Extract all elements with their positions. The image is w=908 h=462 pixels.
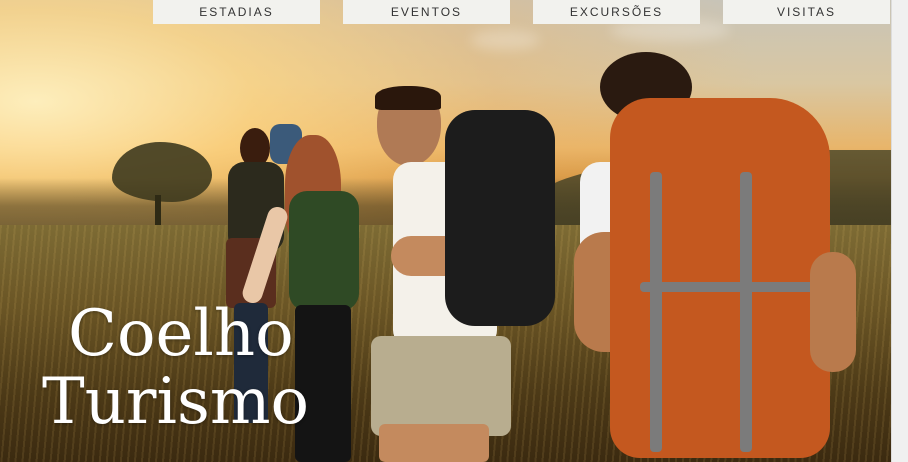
top-nav: ESTADIAS EVENTOS EXCURSÕES VISITAS xyxy=(153,0,893,24)
nav-item-label: VISITAS xyxy=(776,5,837,19)
nav-item-excursoes[interactable]: EXCURSÕES xyxy=(533,0,700,24)
brand-line-2: Turismo xyxy=(42,365,310,439)
nav-item-label: EVENTOS xyxy=(390,5,463,19)
brand-title: Coelho Turismo xyxy=(42,300,309,436)
vertical-scrollbar[interactable] xyxy=(891,0,908,462)
cloud-shape xyxy=(470,30,540,50)
tree xyxy=(112,142,212,202)
nav-item-visitas[interactable]: VISITAS xyxy=(723,0,890,24)
hiker-shorts xyxy=(371,336,511,436)
hiker-arm xyxy=(810,252,856,372)
hiker-man-orange-pack xyxy=(560,52,860,462)
hiker-backpack xyxy=(289,191,359,311)
backpack-strap xyxy=(640,282,820,292)
nav-item-eventos[interactable]: EVENTOS xyxy=(343,0,510,24)
nav-item-label: EXCURSÕES xyxy=(569,5,664,19)
nav-item-estadias[interactable]: ESTADIAS xyxy=(153,0,320,24)
nav-item-label: ESTADIAS xyxy=(199,5,274,19)
hiker-backpack xyxy=(445,110,555,326)
hiker-backpack xyxy=(610,98,830,458)
hiker-man-smiling xyxy=(365,86,565,462)
hiker-hair xyxy=(375,86,441,110)
brand-line-1: Coelho xyxy=(68,297,294,371)
backpack-strap xyxy=(650,172,662,452)
tree-trunk xyxy=(155,195,161,225)
backpack-strap xyxy=(740,172,752,452)
page: ESTADIAS EVENTOS EXCURSÕES VISITAS Coelh… xyxy=(0,0,908,462)
hiker-legs xyxy=(379,424,489,462)
